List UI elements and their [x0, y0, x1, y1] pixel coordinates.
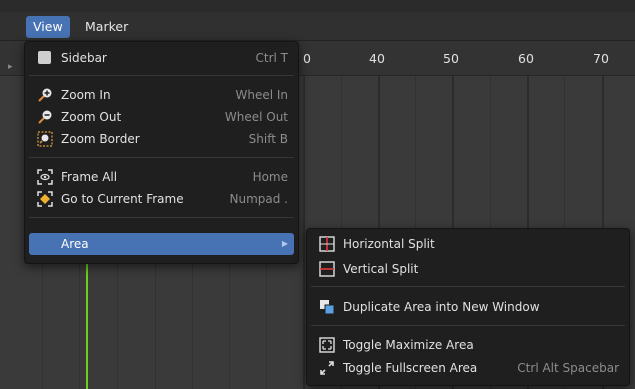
menu-item-shortcut: Wheel Out	[224, 110, 288, 124]
frame-all-icon	[37, 169, 53, 185]
menu-item-label: Zoom In	[61, 88, 111, 102]
menu-item-label: Vertical Split	[343, 262, 419, 276]
menu-item-label: Area	[61, 237, 89, 251]
checkbox-icon[interactable]	[37, 50, 53, 66]
view-menu-dropdown: Sidebar Ctrl T Zoom In Wheel In Zoom Out…	[24, 41, 299, 264]
marker-menu-button[interactable]: Marker	[78, 16, 135, 38]
window-top-strip	[0, 0, 635, 12]
menu-item-zoom-border[interactable]: Zoom Border Shift B	[29, 128, 294, 150]
menu-item-shortcut: Wheel In	[235, 88, 288, 102]
menu-item-toggle-fullscreen[interactable]: Toggle Fullscreen Area Ctrl Alt Spacebar	[311, 357, 625, 379]
grid-line	[303, 76, 305, 389]
menu-item-shortcut: Ctrl Alt Spacebar	[517, 361, 619, 375]
menu-separator	[311, 325, 625, 326]
menu-item-horizontal-split[interactable]: Horizontal Split	[311, 233, 625, 255]
ruler-number: 60	[518, 51, 534, 66]
menu-item-shortcut: Shift B	[248, 132, 288, 146]
menu-item-sidebar[interactable]: Sidebar Ctrl T	[29, 47, 294, 69]
current-frame-icon	[37, 191, 53, 207]
menu-item-area[interactable]: Area ▶	[29, 233, 294, 255]
menu-item-label: Horizontal Split	[343, 237, 435, 251]
menu-item-label: Sidebar	[61, 51, 107, 65]
ruler-number: 70	[593, 51, 609, 66]
menu-item-go-to-current-frame[interactable]: Go to Current Frame Numpad .	[29, 188, 294, 210]
fullscreen-icon	[319, 360, 335, 376]
ruler-number: 40	[369, 51, 385, 66]
menu-separator	[311, 286, 625, 287]
menu-item-label: Zoom Out	[61, 110, 122, 124]
menu-item-shortcut: Ctrl T	[255, 51, 289, 65]
zoom-in-icon	[37, 87, 53, 103]
menu-separator	[29, 75, 294, 76]
menu-separator	[29, 157, 294, 158]
ruler-number: 50	[443, 51, 459, 66]
menu-item-label: Duplicate Area into New Window	[343, 300, 540, 314]
menu-item-label: Toggle Maximize Area	[343, 338, 474, 352]
menu-item-label: Go to Current Frame	[61, 192, 184, 206]
menu-item-label: Toggle Fullscreen Area	[343, 361, 478, 375]
menu-item-vertical-split[interactable]: Vertical Split	[311, 258, 625, 280]
zoom-border-icon	[37, 131, 53, 147]
duplicate-window-icon	[319, 299, 335, 315]
menu-item-toggle-maximize[interactable]: Toggle Maximize Area	[311, 334, 625, 356]
menu-separator	[29, 217, 294, 218]
menu-item-duplicate-area[interactable]: Duplicate Area into New Window	[311, 296, 625, 318]
menu-item-zoom-in[interactable]: Zoom In Wheel In	[29, 84, 294, 106]
zoom-out-icon	[37, 109, 53, 125]
horizontal-split-icon	[319, 236, 335, 252]
menu-item-label: Zoom Border	[61, 132, 140, 146]
view-menu-button[interactable]: View	[26, 16, 70, 38]
menu-item-shortcut: Numpad .	[229, 192, 289, 206]
maximize-icon	[319, 337, 335, 353]
menu-item-frame-all[interactable]: Frame All Home	[29, 166, 294, 188]
area-submenu: Horizontal Split Vertical Split Duplicat…	[306, 228, 630, 386]
menu-item-zoom-out[interactable]: Zoom Out Wheel Out	[29, 106, 294, 128]
vertical-split-icon	[319, 261, 335, 277]
sidebar-toggle-arrow-icon[interactable]: ▸	[8, 62, 13, 72]
menu-item-label: Frame All	[61, 170, 118, 184]
menu-item-shortcut: Home	[252, 170, 288, 184]
submenu-arrow-icon: ▶	[281, 239, 288, 248]
ruler-number: 0	[303, 51, 311, 66]
